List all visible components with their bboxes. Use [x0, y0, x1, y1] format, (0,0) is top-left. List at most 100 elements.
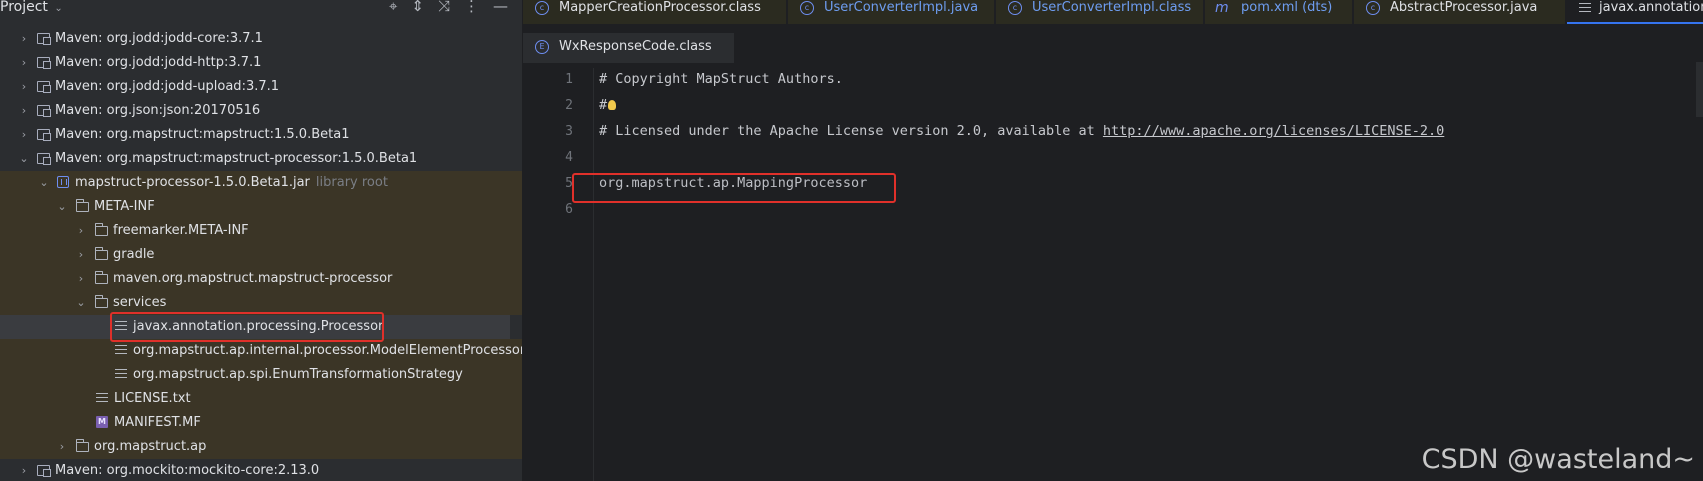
more-options-icon[interactable]: ⋮	[464, 0, 479, 15]
tree-item[interactable]: ⌄ mapstruct-processor-1.5.0.Beta1.jar lib…	[0, 171, 522, 195]
tree-item[interactable]: org.mapstruct.ap.internal.processor.Mode…	[0, 339, 522, 363]
tree-item-label: freemarker.META-INF	[113, 223, 249, 238]
watermark-text: CSDN @wasteland~	[1421, 444, 1695, 475]
chevron-right-icon[interactable]: ›	[75, 243, 87, 267]
highlight-box	[572, 173, 896, 203]
tree-item[interactable]: › gradle	[0, 243, 522, 267]
folder-icon	[95, 247, 108, 260]
tree-item-label: LICENSE.txt	[114, 391, 191, 406]
library-icon	[37, 105, 51, 117]
tree-item[interactable]: › freemarker.META-INF	[0, 219, 522, 243]
line-number: 2	[565, 98, 573, 113]
tree-item-label: Maven: org.jodd:jodd-core:3.7.1	[55, 31, 263, 46]
chevron-right-icon[interactable]: ›	[18, 75, 30, 99]
folder-icon	[95, 223, 108, 236]
text-file-icon	[115, 369, 127, 381]
project-title-dropdown[interactable]: Project ⌄	[0, 0, 63, 16]
collapse-all-icon[interactable]: ⤨	[438, 0, 450, 15]
line-number: 1	[565, 72, 573, 87]
tree-item[interactable]: › org.mapstruct.ap	[0, 435, 522, 459]
tree-item-label: Maven: org.jodd:jodd-http:3.7.1	[55, 55, 262, 70]
tab-javax-annotation-processor[interactable]: javax.annotation.processing.Processor	[1567, 0, 1703, 24]
chevron-down-icon: ⌄	[54, 3, 63, 14]
tree-item-label: Maven: org.mapstruct:mapstruct:1.5.0.Bet…	[55, 127, 350, 142]
tab-pom-xml[interactable]: m pom.xml (dts)	[1205, 0, 1352, 24]
library-root-hint: library root	[315, 175, 388, 190]
minimize-icon[interactable]: —	[493, 0, 508, 15]
scrollbar[interactable]	[1696, 62, 1703, 117]
code-line: # Copyright MapStruct Authors.	[599, 71, 843, 87]
tree-item[interactable]: › Maven: org.json:json:20170516	[0, 99, 522, 123]
chevron-right-icon[interactable]: ›	[75, 267, 87, 291]
library-icon	[37, 81, 51, 93]
chevron-right-icon[interactable]: ›	[75, 219, 87, 243]
text-file-icon	[96, 393, 108, 405]
library-icon	[37, 33, 51, 45]
chevron-right-icon[interactable]: ›	[18, 99, 30, 123]
folder-icon	[76, 439, 89, 452]
chevron-down-icon[interactable]: ⌄	[75, 291, 87, 315]
maven-icon: m	[1215, 0, 1229, 16]
editor-area: c MapperCreationProcessor.class c UserCo…	[523, 0, 1703, 481]
library-icon	[37, 153, 51, 165]
project-title: Project	[0, 0, 48, 15]
line-number: 4	[565, 150, 573, 165]
tree-item[interactable]: › Maven: org.mockito:mockito-core:2.13.0	[0, 459, 522, 481]
tree-item-label: Maven: org.mapstruct:mapstruct-processor…	[55, 151, 418, 166]
tab-label: MapperCreationProcessor.class	[559, 0, 761, 15]
tree-item[interactable]: › Maven: org.jodd:jodd-core:3.7.1	[0, 27, 522, 51]
line-number: 6	[565, 202, 573, 217]
tab-label: WxResponseCode.class	[559, 39, 712, 54]
code-line: #	[599, 97, 617, 113]
chevron-down-icon[interactable]: ⌄	[56, 195, 68, 219]
text-file-icon	[115, 345, 127, 357]
tree-item[interactable]: › Maven: org.jodd:jodd-http:3.7.1	[0, 51, 522, 75]
lightbulb-icon[interactable]	[608, 100, 617, 110]
chevron-right-icon[interactable]: ›	[18, 123, 30, 147]
tab-abstract-processor[interactable]: c AbstractProcessor.java	[1354, 0, 1565, 24]
tree-item-label: org.mapstruct.ap.internal.processor.Mode…	[133, 343, 523, 358]
chevron-down-icon[interactable]: ⌄	[18, 147, 30, 171]
class-icon: c	[1008, 1, 1022, 15]
project-tree: › Maven: org.jodd:jodd-core:3.7.1 › Mave…	[0, 27, 522, 481]
license-link[interactable]: http://www.apache.org/licenses/LICENSE-2…	[1103, 123, 1444, 139]
tab-label: AbstractProcessor.java	[1390, 0, 1538, 15]
tab-user-converter-impl-class[interactable]: c UserConverterImpl.class	[996, 0, 1203, 24]
comment-text: # Licensed under the Apache License vers…	[599, 123, 1103, 139]
tab-mapper-creation-processor[interactable]: c MapperCreationProcessor.class	[523, 0, 786, 24]
chevron-right-icon[interactable]: ›	[18, 27, 30, 51]
tree-item[interactable]: ⌄ Maven: org.mapstruct:mapstruct-process…	[0, 147, 522, 171]
tab-label: UserConverterImpl.class	[1032, 0, 1192, 15]
tree-item-label: maven.org.mapstruct.mapstruct-processor	[113, 271, 393, 286]
folder-icon	[95, 295, 108, 308]
tree-item[interactable]: org.mapstruct.ap.spi.EnumTransformationS…	[0, 363, 522, 387]
tree-item-label: Maven: org.mockito:mockito-core:2.13.0	[55, 463, 320, 478]
folder-icon	[76, 199, 89, 212]
enum-icon: E	[535, 40, 549, 54]
library-icon	[37, 57, 51, 69]
chevron-down-icon[interactable]: ⌄	[38, 171, 50, 195]
tree-item-label: Maven: org.jodd:jodd-upload:3.7.1	[55, 79, 280, 94]
chevron-right-icon[interactable]: ›	[18, 51, 30, 75]
tree-item[interactable]: ⌄ META-INF	[0, 195, 522, 219]
tree-item[interactable]: › maven.org.mapstruct.mapstruct-processo…	[0, 267, 522, 291]
expand-all-icon[interactable]: ⇕	[411, 0, 424, 15]
tree-item[interactable]: › Maven: org.jodd:jodd-upload:3.7.1	[0, 75, 522, 99]
tree-item[interactable]: › Maven: org.mapstruct:mapstruct:1.5.0.B…	[0, 123, 522, 147]
tab-wx-response-code[interactable]: E WxResponseCode.class	[523, 33, 734, 63]
tree-item[interactable]: LICENSE.txt	[0, 387, 522, 411]
tree-item-label: META-INF	[94, 199, 155, 214]
chevron-right-icon[interactable]: ›	[56, 435, 68, 459]
tab-label: pom.xml (dts)	[1241, 0, 1333, 15]
tree-item[interactable]: M MANIFEST.MF	[0, 411, 522, 435]
tree-item-label: Maven: org.json:json:20170516	[55, 103, 261, 118]
highlight-box	[110, 312, 384, 342]
editor-tabs: c MapperCreationProcessor.class c UserCo…	[523, 0, 1703, 24]
locate-icon[interactable]: ⌖	[389, 0, 397, 15]
jar-icon	[57, 176, 69, 188]
tree-item-label: org.mapstruct.ap	[94, 439, 207, 454]
class-icon: c	[535, 1, 549, 15]
tree-item-label: MANIFEST.MF	[114, 415, 201, 430]
tab-user-converter-impl-java[interactable]: c UserConverterImpl.java	[788, 0, 994, 24]
chevron-right-icon[interactable]: ›	[18, 459, 30, 481]
